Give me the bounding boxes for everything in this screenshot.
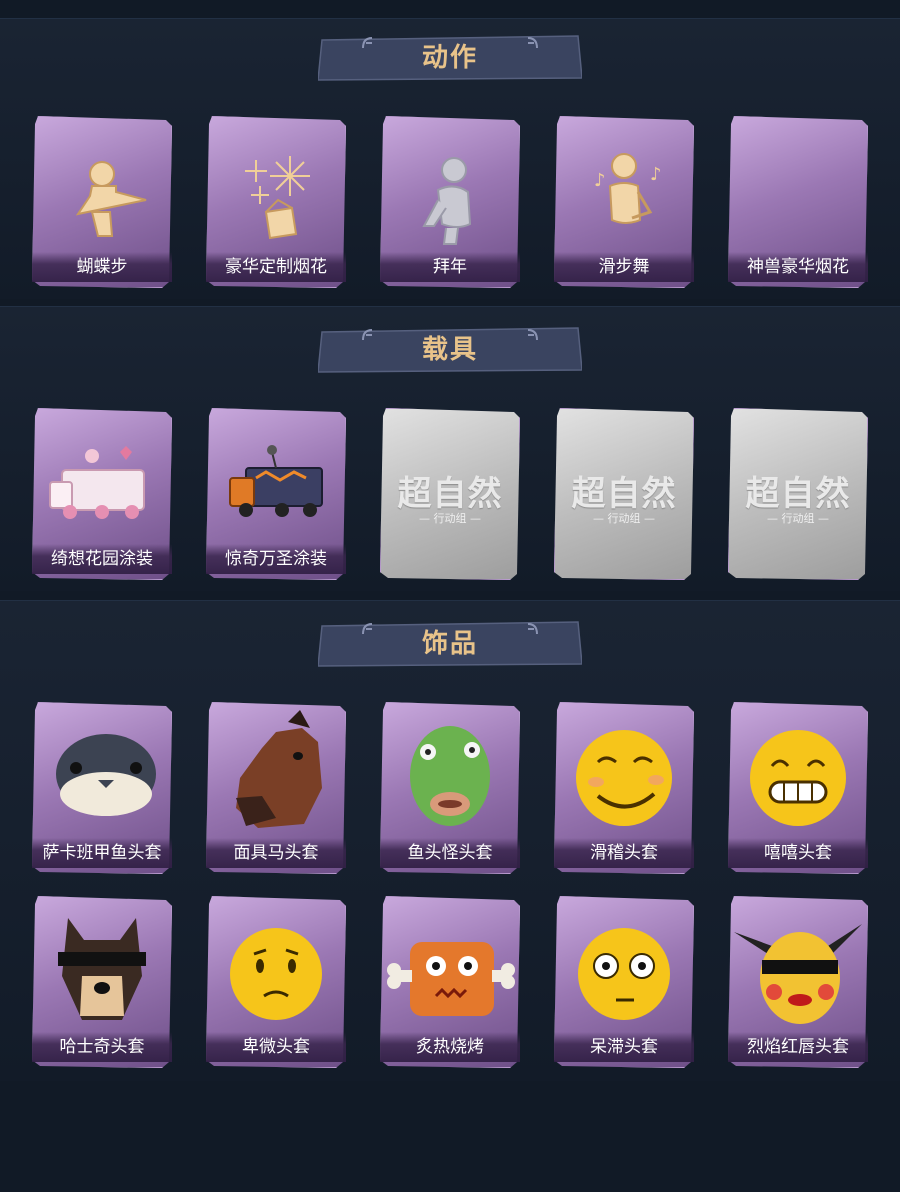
watermark-logo: 超自然 [745, 474, 851, 514]
item-label: 滑步舞 [554, 252, 694, 282]
item-label: 哈士奇头套 [32, 1032, 172, 1062]
item-card[interactable]: ♪ ♪ 滑步舞 [554, 116, 694, 288]
item-label: 鱼头怪头套 [380, 838, 520, 868]
item-label: 拜年 [380, 252, 520, 282]
item-card[interactable]: 神兽豪华烟花 [728, 116, 868, 288]
item-card[interactable]: 滑稽头套 [554, 702, 694, 874]
section-header-vehicles: 载具 [318, 326, 582, 374]
item-label: 蝴蝶步 [32, 252, 172, 282]
item-card[interactable]: 哈士奇头套 [32, 896, 172, 1068]
item-card[interactable]: 烈焰红唇头套 [728, 896, 868, 1068]
item-card[interactable]: 萨卡班甲鱼头套 [32, 702, 172, 874]
item-card[interactable]: 绮想花园涂装 [32, 408, 172, 580]
item-card[interactable]: 鱼头怪头套 [380, 702, 520, 874]
svg-text:♪: ♪ [650, 164, 662, 185]
item-card[interactable]: 拜年 [380, 116, 520, 288]
item-card[interactable]: 惊奇万圣涂装 [206, 408, 346, 580]
item-card[interactable]: 嘻嘻头套 [728, 702, 868, 874]
item-label: 烈焰红唇头套 [728, 1032, 868, 1062]
item-card[interactable]: 卑微头套 [206, 896, 346, 1068]
item-card[interactable]: 面具马头套 [206, 702, 346, 874]
item-card[interactable]: 炙热烧烤 [380, 896, 520, 1068]
item-label: 炙热烧烤 [380, 1032, 520, 1062]
watermark-logo: 超自然 [397, 474, 503, 514]
item-label: 豪华定制烟花 [206, 252, 346, 282]
item-card[interactable]: 蝴蝶步 [32, 116, 172, 288]
watermark-subtitle: — 行动组 — [419, 512, 481, 525]
section-header-accessories: 饰品 [318, 620, 582, 668]
section-title: 饰品 [421, 629, 478, 659]
watermark-subtitle: — 行动组 — [767, 512, 829, 525]
svg-text:♪: ♪ [594, 170, 606, 191]
item-label: 呆滞头套 [554, 1032, 694, 1062]
item-label: 绮想花园涂装 [32, 544, 172, 574]
watermark-logo: 超自然 [571, 474, 677, 514]
item-label: 嘻嘻头套 [728, 838, 868, 868]
item-label: 萨卡班甲鱼头套 [32, 838, 172, 868]
watermark-subtitle: — 行动组 — [593, 512, 655, 525]
locked-item-card[interactable]: 超自然 — 行动组 — [554, 408, 694, 580]
item-card[interactable]: 呆滞头套 [554, 896, 694, 1068]
section-title: 动作 [421, 43, 478, 73]
locked-item-card[interactable]: 超自然 — 行动组 — [728, 408, 868, 580]
item-label: 神兽豪华烟花 [728, 252, 868, 282]
locked-item-card[interactable]: 超自然 — 行动组 — [380, 408, 520, 580]
item-label: 惊奇万圣涂装 [206, 544, 346, 574]
item-label: 卑微头套 [206, 1032, 346, 1062]
section-header-actions: 动作 [318, 34, 582, 82]
section-title: 载具 [421, 335, 478, 365]
item-label: 滑稽头套 [554, 838, 694, 868]
item-label: 面具马头套 [206, 838, 346, 868]
item-card[interactable]: 豪华定制烟花 [206, 116, 346, 288]
